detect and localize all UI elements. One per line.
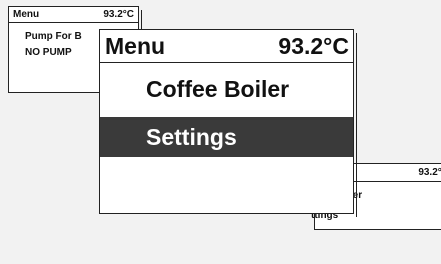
menu-item-settings-selected[interactable]: Settings — [100, 117, 353, 157]
screen-header: Menu 93.2°C — [9, 7, 138, 23]
screen-header: Menu 93.2°C — [100, 30, 353, 63]
menu-title: Menu — [13, 9, 40, 20]
main-menu-screen: Menu 93.2°C Coffee Boiler Settings — [99, 29, 357, 217]
temperature-readout: 93.2°C — [418, 167, 441, 178]
menu-item-coffee-boiler[interactable]: Coffee Boiler — [100, 69, 353, 109]
temperature-readout: 93.2°C — [103, 9, 134, 20]
menu-title: Menu — [105, 32, 166, 59]
temperature-readout: 93.2°C — [278, 32, 349, 59]
